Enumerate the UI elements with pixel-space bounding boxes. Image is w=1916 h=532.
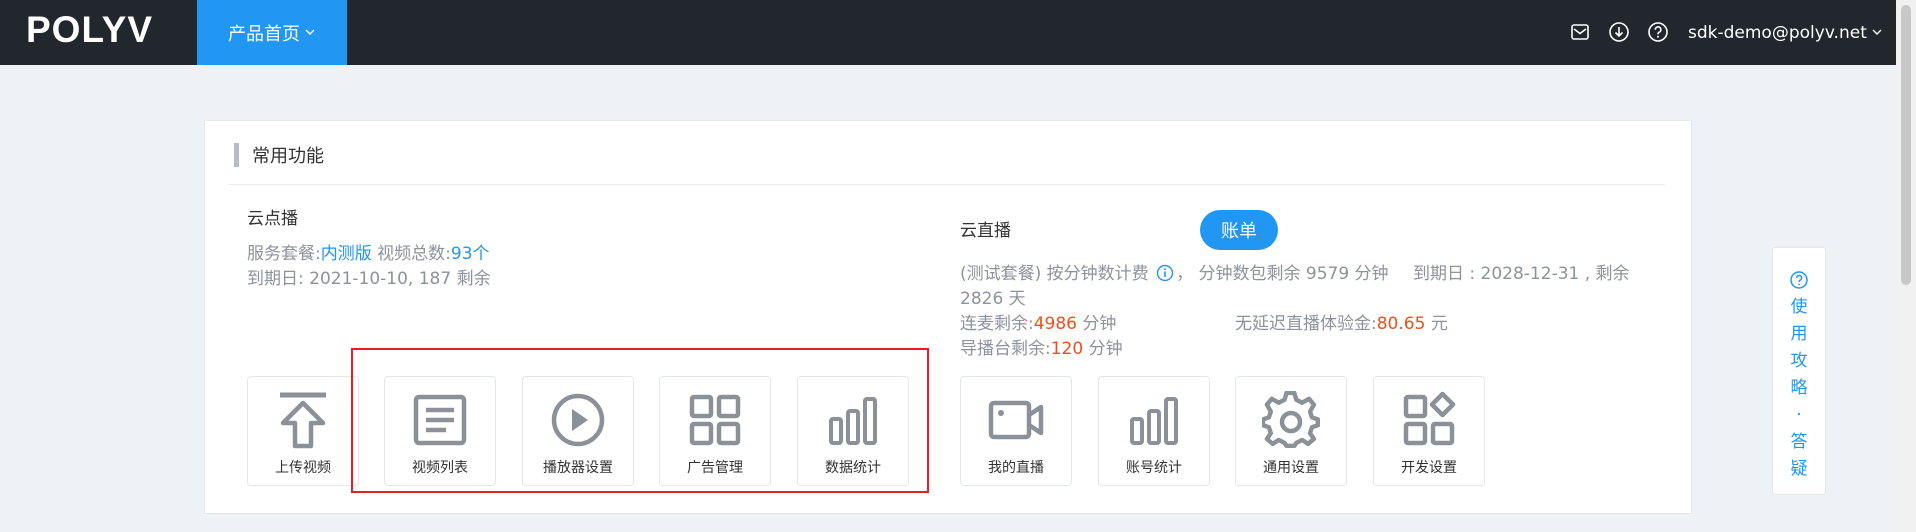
director-unit: 分钟 (1088, 339, 1123, 359)
card-title: 常用功能 (234, 142, 324, 168)
live-minutes-remaining: ， 分钟数包剩余 9579 分钟 (1176, 264, 1389, 284)
vod-package-line: 服务套餐:内测版 视频总数:93个 (247, 242, 490, 266)
nav-product-home-label: 产品首页 (228, 23, 300, 45)
help-char: 用 (1790, 324, 1808, 344)
director-line: 导播台剩余:120 分钟 (960, 337, 1123, 361)
help-char: 疑 (1790, 459, 1808, 479)
highlight-box (351, 348, 929, 493)
tile-label: 我的直播 (988, 460, 1044, 476)
bill-button[interactable]: 账单 (1200, 210, 1278, 250)
nav-product-home[interactable]: 产品首页 (197, 0, 347, 65)
tile-label: 开发设置 (1401, 460, 1457, 476)
help-char: 使 (1790, 297, 1808, 317)
vod-video-total-value[interactable]: 93个 (451, 244, 490, 264)
help-widget[interactable]: 使 用 攻 略 · 答 疑 (1772, 247, 1826, 495)
title-accent-bar (234, 143, 239, 167)
help-char: · (1796, 405, 1802, 425)
live-expiry-line2: 2826 天 (960, 289, 1026, 309)
divider (228, 184, 1665, 185)
live-billing-line: (测试套餐) 按分钟数计费 ， 分钟数包剩余 9579 分钟 (960, 262, 1389, 289)
nodelay-value: 80.65 (1376, 314, 1426, 334)
live-title: 云直播 (960, 221, 1011, 241)
tile-general-settings[interactable]: 通用设置 (1235, 376, 1347, 486)
scrollbar-thumb[interactable] (1901, 5, 1911, 285)
upload-icon (248, 391, 358, 449)
card-title-text: 常用功能 (252, 146, 324, 167)
lianmai-line: 连麦剩余:4986 分钟 (960, 312, 1116, 336)
help-char: 略 (1790, 378, 1808, 398)
help-circle-icon (1789, 270, 1809, 294)
tile-account-statistics[interactable]: 账号统计 (1098, 376, 1210, 486)
help-char: 答 (1790, 432, 1808, 452)
live-expiry-line1: 到期日 : 2028-12-31 , 剩余 (1413, 264, 1630, 284)
info-icon[interactable] (1156, 264, 1174, 289)
lianmai-unit: 分钟 (1082, 314, 1117, 334)
lianmai-value: 4986 (1033, 314, 1077, 334)
bar-chart-icon (1099, 391, 1209, 449)
live-billing-text: (测试套餐) 按分钟数计费 (960, 264, 1149, 284)
tile-my-live[interactable]: 我的直播 (960, 376, 1072, 486)
vod-package-label: 服务套餐: (247, 244, 321, 264)
nodelay-label: 无延迟直播体验金: (1235, 314, 1377, 334)
vod-video-total-label: 视频总数: (377, 244, 451, 264)
director-value: 120 (1050, 339, 1084, 359)
top-bar: POLYV 产品首页 sdk-demo@polyv.net (0, 0, 1896, 65)
tile-label: 通用设置 (1263, 460, 1319, 476)
user-email: sdk-demo@polyv.net (1688, 22, 1867, 43)
video-camera-icon (961, 391, 1071, 449)
help-widget-text: 使 用 攻 略 · 答 疑 (1773, 294, 1825, 483)
gear-icon (1236, 391, 1346, 449)
tile-developer-settings[interactable]: 开发设置 (1373, 376, 1485, 486)
help-char: 攻 (1790, 351, 1808, 371)
apps-icon (1374, 391, 1484, 449)
lianmai-label: 连麦剩余: (960, 314, 1034, 334)
polyv-logo[interactable]: POLYV (26, 10, 153, 50)
vod-expiry: 到期日: 2021-10-10, 187 剩余 (247, 269, 491, 289)
tile-label: 上传视频 (275, 460, 331, 476)
director-label: 导播台剩余: (960, 339, 1051, 359)
chevron-down-icon (304, 22, 316, 43)
user-menu[interactable]: sdk-demo@polyv.net (1688, 0, 1883, 65)
help-circle-icon[interactable] (1645, 19, 1671, 45)
chevron-down-icon (1871, 23, 1883, 43)
tile-upload-video[interactable]: 上传视频 (247, 376, 359, 486)
vod-title: 云点播 (247, 209, 298, 229)
nodelay-line: 无延迟直播体验金:80.65 元 (1235, 312, 1448, 336)
tile-label: 账号统计 (1126, 460, 1182, 476)
nodelay-unit: 元 (1430, 314, 1448, 334)
mail-icon[interactable] (1567, 19, 1593, 45)
vod-package-value[interactable]: 内测版 (321, 244, 372, 264)
download-icon[interactable] (1606, 19, 1632, 45)
